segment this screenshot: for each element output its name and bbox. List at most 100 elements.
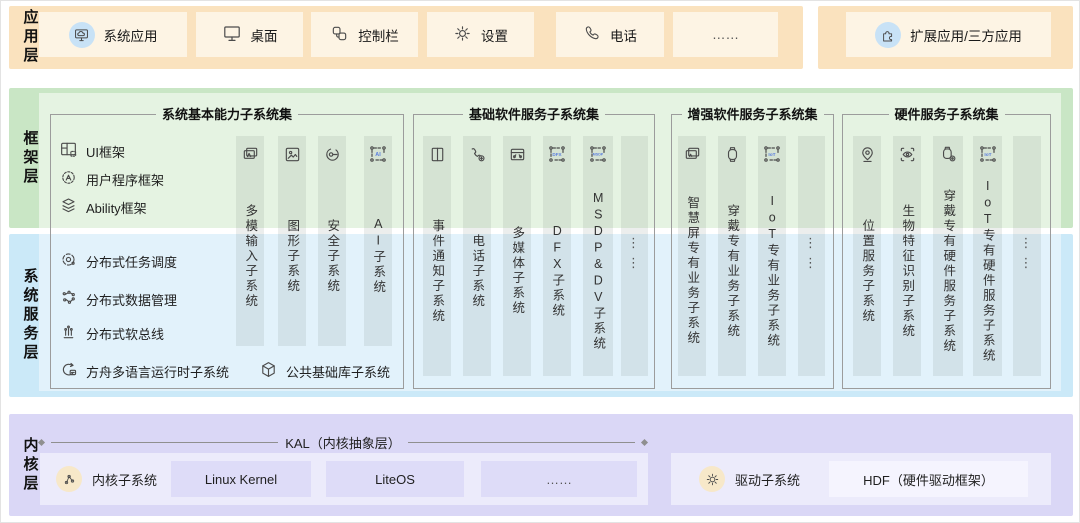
services-item-task-scheduling: 分布式任务调度 xyxy=(59,250,177,272)
framework-item-label: 用户程序框架 xyxy=(86,170,164,189)
app-item-label: 扩展应用/三方应用 xyxy=(910,25,1022,45)
subsystem-column-label: IoT专有业务子系统 xyxy=(766,194,779,349)
svg-text:MSDP: MSDP xyxy=(593,153,604,157)
dfx-frame-icon: DFX xyxy=(543,141,571,167)
distributed-softbus-icon xyxy=(59,322,78,344)
puzzle-icon xyxy=(875,22,901,48)
wearable-icon xyxy=(718,141,746,167)
app-item-label: 桌面 xyxy=(251,25,278,45)
subsystem-column-multimedia: 多媒体子系统 xyxy=(503,136,531,376)
subsystem-column-wearable-hw: 穿戴专有硬件服务子系统 xyxy=(933,136,963,376)
group-title: 增强软件服务子系统集 xyxy=(688,106,818,123)
subsystem-column-wearable: 穿戴专有业务子系统 xyxy=(718,136,746,376)
subsystem-column-label: 安全子系统 xyxy=(326,219,339,294)
svg-text:IoT: IoT xyxy=(768,152,775,158)
subsystem-column-label: 穿戴专有业务子系统 xyxy=(726,204,739,339)
app-item-label: 电话 xyxy=(610,25,637,45)
app-item-phone: 电话 xyxy=(556,12,664,57)
subsystem-column-label: AI子系统 xyxy=(372,217,385,295)
subsystem-column-location: 位置服务子系统 xyxy=(853,136,881,376)
services-item-label: 分布式数据管理 xyxy=(86,290,177,309)
kernel-layer-band: 内核层 KAL（内核抽象层） 内核子系统 Linux Kernel LiteOS… xyxy=(9,414,1073,516)
kernel-layer-label: 内核层 xyxy=(18,414,42,516)
subsystem-column-event-notification: 事件通知子系统 xyxy=(423,136,451,376)
user-program-framework-icon xyxy=(59,168,78,190)
line-end-dot xyxy=(641,439,648,446)
subsystem-column-label: 事件通知子系统 xyxy=(431,219,444,324)
kernel-option-linux: Linux Kernel xyxy=(171,461,311,497)
kernel-subsystem-box: 内核子系统 Linux Kernel LiteOS …… xyxy=(40,453,648,505)
kernel-option-more: …… xyxy=(481,461,637,497)
kernel-icon xyxy=(56,466,82,492)
framework-item-user-program: 用户程序框架 xyxy=(59,168,164,190)
services-item-label: 方舟多语言运行时子系统 xyxy=(86,362,229,381)
hdf-framework-box: HDF（硬件驱动框架） xyxy=(829,461,1028,497)
subsystem-column-iot: IoT IoT专有业务子系统 xyxy=(758,136,786,376)
iot-hw-frame-icon: IoT xyxy=(973,141,1002,167)
kernel-subsystem-label: 内核子系统 xyxy=(92,453,157,505)
services-item-label: 分布式任务调度 xyxy=(86,252,177,271)
ability-framework-icon xyxy=(59,196,78,218)
services-item-softbus: 分布式软总线 xyxy=(59,322,164,344)
app-layer-band: 应用层 系统应用 桌面 控制栏 设置 xyxy=(9,6,803,69)
smartscreen-icon xyxy=(678,141,706,167)
line-end-dot xyxy=(38,439,45,446)
services-item-label: 分布式软总线 xyxy=(86,324,164,343)
msdp-dv-frame-icon: MSDP xyxy=(583,141,613,167)
desktop-icon xyxy=(222,23,242,46)
vertical-ellipsis: ⋮⋮ xyxy=(1020,236,1035,276)
app-item-desktop: 桌面 xyxy=(196,12,303,57)
control-bar-icon xyxy=(330,24,349,46)
framework-item-label: Ability框架 xyxy=(86,198,147,217)
subsystem-column-label: 图形子系统 xyxy=(286,219,299,294)
event-notification-icon xyxy=(423,141,451,167)
harmonyos-architecture-diagram: 应用层 系统应用 桌面 控制栏 设置 xyxy=(0,0,1080,523)
subsystem-column-multimodal-input: 多模输入子系统 xyxy=(236,136,264,346)
ark-runtime-icon xyxy=(59,360,78,382)
subsystem-column-label: 生物特征识别子系统 xyxy=(901,204,914,339)
subsystem-column-biometric: 生物特征识别子系统 xyxy=(893,136,921,376)
svg-text:AI: AI xyxy=(375,152,381,158)
app-item-label: 控制栏 xyxy=(358,25,399,45)
subsystem-column-label: MSDP&DV子系统 xyxy=(592,191,605,352)
driver-gear-icon xyxy=(699,466,725,492)
subsystem-column-telephony: 电话子系统 xyxy=(463,136,491,376)
vertical-ellipsis: ⋮⋮ xyxy=(627,236,642,276)
subsystem-column-ai: AI AI子系统 xyxy=(364,136,392,346)
more-subsystems-column: ⋮⋮ xyxy=(1013,136,1041,376)
ui-framework-icon xyxy=(59,140,78,162)
graphics-icon xyxy=(278,141,306,167)
app-item-extension-apps: 扩展应用/三方应用 xyxy=(846,12,1051,57)
multimedia-icon xyxy=(503,141,531,167)
svg-text:DFX: DFX xyxy=(552,152,562,157)
biometric-icon xyxy=(893,141,921,167)
subsystem-column-label: 多模输入子系统 xyxy=(244,204,257,309)
subsystem-column-label: IoT专有硬件服务子系统 xyxy=(981,179,994,364)
distributed-task-icon xyxy=(59,250,78,272)
multimodal-input-icon xyxy=(236,141,264,167)
kernel-option-liteos: LiteOS xyxy=(326,461,464,497)
subsystem-column-dfx: DFX DFX子系统 xyxy=(543,136,571,376)
vertical-ellipsis: ⋮⋮ xyxy=(804,236,819,276)
services-item-data-management: 分布式数据管理 xyxy=(59,288,177,310)
app-item-label: 设置 xyxy=(481,25,508,45)
kernel-option-label: Linux Kernel xyxy=(205,472,277,487)
group-title: 系统基本能力子系统集 xyxy=(162,106,292,123)
more-subsystems-column: ⋮⋮ xyxy=(798,136,825,376)
location-icon xyxy=(853,141,881,167)
framework-item-label: UI框架 xyxy=(86,142,125,161)
subsystem-column-smartscreen: 智慧屏专有业务子系统 xyxy=(678,136,706,376)
group-title: 硬件服务子系统集 xyxy=(895,106,999,123)
subsystem-column-graphics: 图形子系统 xyxy=(278,136,306,346)
security-icon xyxy=(318,141,346,167)
wearable-hw-icon xyxy=(933,141,963,167)
settings-gear-icon xyxy=(453,24,472,46)
app-item-system-apps: 系统应用 xyxy=(39,12,187,57)
extension-apps-band: 扩展应用/三方应用 xyxy=(818,6,1073,69)
subsystem-column-label: DFX子系统 xyxy=(551,224,564,319)
group-title: 基础软件服务子系统集 xyxy=(469,106,599,123)
subsystem-column-msdp-dv: MSDP MSDP&DV子系统 xyxy=(583,136,613,376)
subsystem-column-label: 多媒体子系统 xyxy=(511,226,524,316)
kernel-option-label: LiteOS xyxy=(375,472,415,487)
kernel-option-label: …… xyxy=(546,472,572,487)
